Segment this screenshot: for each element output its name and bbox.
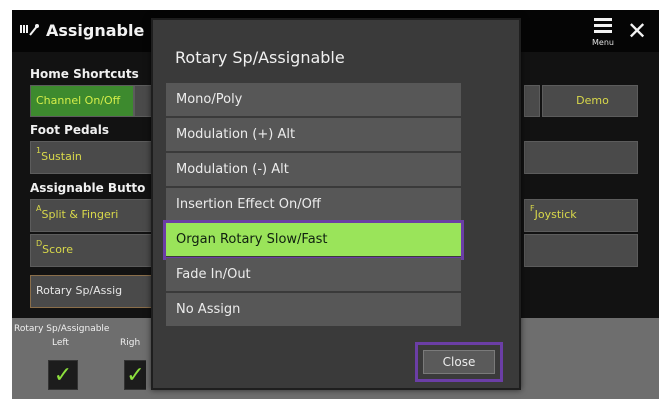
option-modulation-plus-alt[interactable]: Modulation (+) Alt xyxy=(166,118,461,152)
page-title: Assignable xyxy=(46,21,145,40)
foot-pedal-2[interactable] xyxy=(524,141,638,174)
right-label: Righ xyxy=(120,338,141,348)
foot-pedal-1-label: Sustain xyxy=(41,150,82,163)
assignable-buttons-title: Assignable Butto xyxy=(30,181,146,195)
left-checkbox[interactable]: ✓ xyxy=(48,360,78,390)
shortcut-demo[interactable]: Demo xyxy=(542,85,638,117)
button-key-f: F xyxy=(530,204,535,213)
assignable-button-joystick[interactable]: FJoystick xyxy=(524,199,638,232)
option-mono-poly[interactable]: Mono/Poly xyxy=(166,83,461,117)
foot-pedal-1[interactable]: 1Sustain xyxy=(30,141,154,174)
selection-dialog: Rotary Sp/Assignable Mono/Poly Modulatio… xyxy=(151,18,521,390)
close-button[interactable]: Close xyxy=(423,350,495,374)
option-fade-in-out[interactable]: Fade In/Out xyxy=(166,258,461,292)
close-button-highlight: Close xyxy=(415,342,503,382)
strip-title: Rotary Sp/Assignable xyxy=(14,324,110,334)
left-label: Left xyxy=(52,338,69,348)
option-organ-rotary-selected[interactable]: Organ Rotary Slow/Fast xyxy=(163,220,464,260)
foot-pedals-title: Foot Pedals xyxy=(30,123,109,137)
menu-label: Menu xyxy=(592,38,614,47)
pedal-number: 1 xyxy=(36,146,42,155)
assignable-button-e[interactable] xyxy=(524,234,638,267)
button-key-d: D xyxy=(36,239,43,248)
menu-icon xyxy=(594,18,612,21)
assignable-icon xyxy=(20,24,39,36)
option-modulation-minus-alt[interactable]: Modulation (-) Alt xyxy=(166,153,461,187)
option-no-assign[interactable]: No Assign xyxy=(166,293,461,327)
check-icon: ✓ xyxy=(53,363,73,388)
home-shortcuts-title: Home Shortcuts xyxy=(30,67,139,81)
assignable-button-a[interactable]: ASplit & Fingeri xyxy=(30,199,154,232)
right-checkbox[interactable]: ✓ xyxy=(124,360,146,390)
device-screen: Assignable Menu ✕ Home Shortcuts Channel… xyxy=(12,10,659,399)
option-insertion-effect[interactable]: Insertion Effect On/Off xyxy=(166,188,461,222)
assignable-button-d[interactable]: DScore xyxy=(30,234,154,267)
shortcut-hidden-button-2[interactable] xyxy=(524,85,540,117)
shortcut-channel-onoff[interactable]: Channel On/Off xyxy=(30,85,134,117)
menu-button[interactable]: Menu xyxy=(590,16,616,48)
dialog-title: Rotary Sp/Assignable xyxy=(175,48,345,67)
rotary-sp-assignable-button[interactable]: Rotary Sp/Assig xyxy=(30,275,154,308)
button-key-a: A xyxy=(36,204,42,213)
close-icon[interactable]: ✕ xyxy=(624,16,650,46)
check-icon: ✓ xyxy=(126,363,145,388)
